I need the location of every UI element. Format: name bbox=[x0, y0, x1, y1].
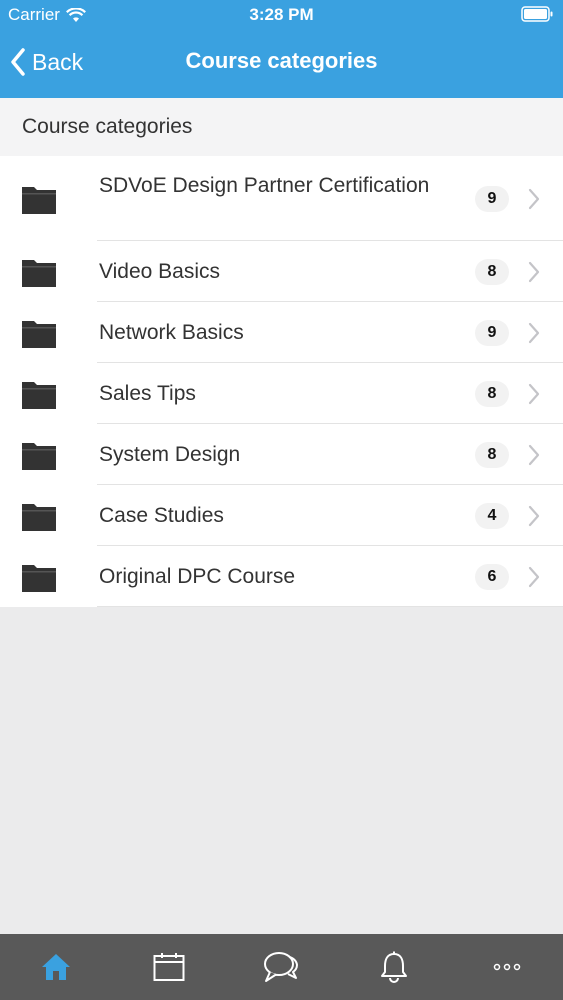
count-badge: 9 bbox=[475, 319, 509, 346]
folder-icon bbox=[22, 442, 56, 470]
category-row[interactable]: Sales Tips 8 bbox=[0, 363, 563, 424]
category-label: Network Basics bbox=[99, 321, 244, 344]
category-label: SDVoE Design Partner Certification bbox=[99, 173, 430, 197]
tab-messages[interactable] bbox=[225, 934, 338, 1000]
category-row[interactable]: Network Basics 9 bbox=[0, 302, 563, 363]
calendar-icon bbox=[153, 953, 185, 981]
section-header: Course categories bbox=[0, 98, 563, 156]
category-label: Video Basics bbox=[99, 260, 221, 283]
page-title: Course categories bbox=[185, 48, 378, 73]
clock: 3:28 PM bbox=[249, 5, 314, 24]
category-list: SDVoE Design Partner Certification 9 Video… bbox=[0, 156, 563, 607]
count-badge: 9 bbox=[475, 185, 509, 212]
chevron-right-icon bbox=[528, 261, 540, 282]
navigation-bar: Carrier 3:28 PM Back Course categories bbox=[0, 0, 563, 98]
category-label: System Design bbox=[99, 443, 241, 466]
category-row[interactable]: SDVoE Design Partner Certification 9 bbox=[0, 156, 563, 241]
folder-icon bbox=[22, 186, 56, 214]
count-badge: 4 bbox=[475, 502, 509, 529]
folder-icon bbox=[22, 503, 56, 531]
category-row[interactable]: Video Basics 8 bbox=[0, 241, 563, 302]
home-icon bbox=[42, 954, 71, 980]
tab-calendar[interactable] bbox=[113, 934, 226, 1000]
count-badge: 8 bbox=[475, 380, 509, 407]
count-badge: 8 bbox=[475, 258, 509, 285]
tab-more[interactable] bbox=[450, 934, 563, 1000]
chevron-right-icon bbox=[528, 383, 540, 404]
count-badge: 6 bbox=[475, 563, 509, 590]
category-label: Original DPC Course bbox=[99, 565, 296, 588]
chevron-right-icon bbox=[528, 505, 540, 526]
tab-home[interactable] bbox=[0, 934, 113, 1000]
status-bar: Carrier 3:28 PM bbox=[0, 0, 563, 30]
tab-bar bbox=[0, 934, 563, 1000]
chevron-right-icon bbox=[528, 566, 540, 587]
chevron-right-icon bbox=[528, 322, 540, 343]
folder-icon bbox=[22, 259, 56, 287]
more-icon bbox=[493, 963, 520, 971]
folder-icon bbox=[22, 381, 56, 409]
category-label: Case Studies bbox=[99, 504, 224, 527]
chevron-right-icon bbox=[528, 444, 540, 465]
category-label: Sales Tips bbox=[99, 382, 196, 405]
tab-notifications[interactable] bbox=[338, 934, 451, 1000]
chat-icon bbox=[264, 952, 299, 982]
row-divider bbox=[97, 606, 563, 607]
category-row[interactable]: System Design 8 bbox=[0, 424, 563, 485]
count-badge: 8 bbox=[475, 441, 509, 468]
folder-icon bbox=[22, 564, 56, 592]
chevron-right-icon bbox=[528, 188, 540, 209]
bell-icon bbox=[381, 951, 408, 983]
folder-icon bbox=[22, 320, 56, 348]
category-row[interactable]: Case Studies 4 bbox=[0, 485, 563, 546]
category-row[interactable]: Original DPC Course 6 bbox=[0, 546, 563, 607]
battery-icon bbox=[521, 6, 553, 22]
